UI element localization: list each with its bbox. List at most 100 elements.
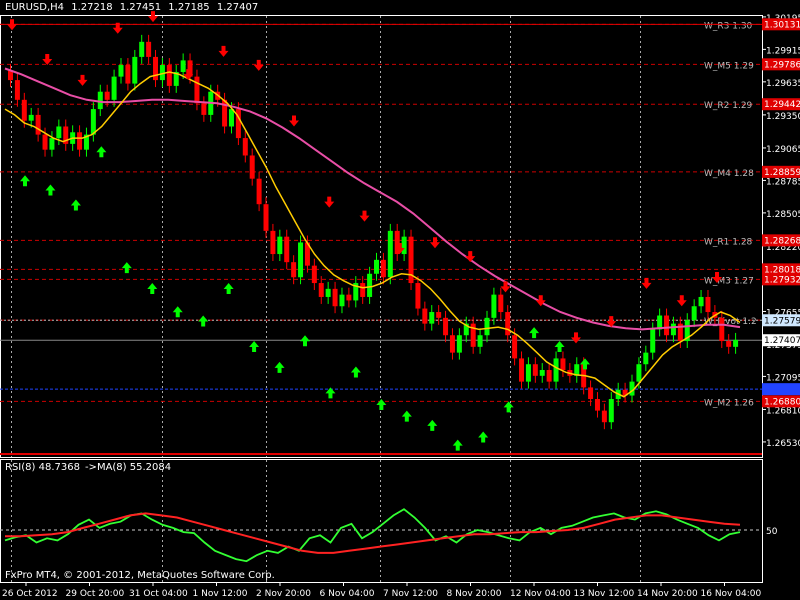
candle-body [28,114,34,121]
candle-body [132,56,138,84]
open-price: 1.27218 [71,2,113,13]
y-tick-label: 1.28505 [766,210,800,220]
candle-body [42,134,48,150]
buy-arrow-icon [427,419,438,431]
y-tick-label: 1.27095 [766,373,800,383]
level-tag-label: 1.30131 [764,20,800,30]
y-tick-label: 1.26810 [766,406,800,416]
x-tick-label: 31 Oct 04:00 [129,589,188,599]
candle-body [505,312,511,336]
level-tag-label: 1.26880 [764,397,800,407]
candle-body [311,265,317,284]
buy-arrow-icon [172,306,183,318]
sell-arrow-icon [430,237,440,249]
candle-body [111,76,117,100]
y-tick-label: 1.29635 [766,79,800,89]
candle-body [422,308,428,324]
x-tick-label: 1 Nov 12:00 [193,589,248,599]
level-label: W_M5 1.29 [704,61,754,71]
x-tick-label: 6 Nov 04:00 [320,589,375,599]
buy-arrow-icon [70,199,81,211]
rsi-pane-frame [0,459,763,583]
buy-arrow-icon [503,401,514,413]
candle-body [367,273,373,297]
sell-arrow-icon [676,295,687,307]
candle-body [284,236,290,263]
candle-body [90,109,96,135]
candle-body [691,306,697,321]
candle-body [387,230,393,278]
candle-body [332,288,338,307]
sell-arrow-icon [289,115,299,127]
buy-arrow-icon [20,175,30,187]
x-tick-label: 26 Oct 2012 [2,589,58,599]
close-price: 1.27407 [216,2,259,13]
level-label: W_R1 1.28 [704,237,753,247]
level-label: W_M3 1.27 [704,276,754,286]
candle-body [429,312,435,324]
candle-body [35,114,41,135]
candle-body [726,341,732,347]
candle-body [512,335,518,359]
x-tick-label: 14 Nov 20:00 [637,589,698,599]
buy-arrow-icon [300,335,310,347]
candle-body [374,259,379,274]
x-tick-label: 8 Nov 20:00 [447,589,502,599]
buy-arrow-icon [223,283,234,295]
symbol-label: EURUSD,H4 [5,2,65,13]
candle-body [443,317,449,336]
candle-body [346,294,352,301]
candle-body [719,317,725,342]
x-tick-label: 13 Nov 12:00 [574,589,635,599]
sell-arrow-icon [77,74,88,86]
candle-body [498,294,504,313]
candle-body [249,155,255,179]
level-tag-label: 1.29442 [764,100,800,110]
buy-arrow-icon [121,262,132,274]
candle-body [401,236,407,255]
candle-body [601,410,607,423]
candle-body [650,329,656,353]
sell-arrow-icon [253,59,264,71]
candle-body [588,387,594,400]
rsi-label: RSI(8) 48.7368 [5,462,80,473]
y-tick-label: 1.26530 [766,439,800,449]
rsi-tick-label: 50 [766,527,778,537]
candle-body [104,91,110,100]
buy-arrow-icon [452,439,463,451]
candle-body [14,80,20,100]
candle-body [539,370,545,376]
candle-body [277,236,283,255]
candle-body [339,294,345,307]
x-tick-label: 16 Nov 04:00 [701,589,762,599]
level-label: W_R3 1.30 [704,21,753,31]
level-label: W_M4 1.28 [704,169,754,179]
symbol-header: EURUSD,H4 1.27218 1.27451 1.27185 1.2740… [5,2,262,13]
high-price: 1.27451 [119,2,162,13]
candle-body [553,358,559,382]
candle-body [519,358,525,382]
y-tick-label: 1.29350 [766,112,800,122]
buy-arrow-icon [554,341,565,353]
candle-body [594,399,600,411]
sell-arrow-icon [7,19,17,31]
level-tag-label: 1.29786 [764,60,800,70]
candle-body [8,70,13,81]
candle-body [360,283,366,297]
candle-body [436,312,442,318]
candle-body [21,99,27,121]
buy-arrow-icon [274,361,285,373]
blue-level-tag [762,383,800,396]
buy-arrow-icon [249,341,260,353]
rsi-header: RSI(8) 48.7368 ->MA(8) 55.2084 [5,462,176,473]
buy-arrow-icon [376,399,387,411]
level-tag-label: 1.28268 [764,236,800,246]
level-label: W_R2 1.29 [704,101,753,111]
y-tick-label: 1.29065 [766,145,800,155]
level-tag-label: 1.27932 [764,275,800,285]
candle-body [477,335,483,347]
candle-body [484,317,490,336]
candle-body [380,259,386,278]
buy-arrow-icon [529,327,540,339]
candle-body [525,364,531,382]
